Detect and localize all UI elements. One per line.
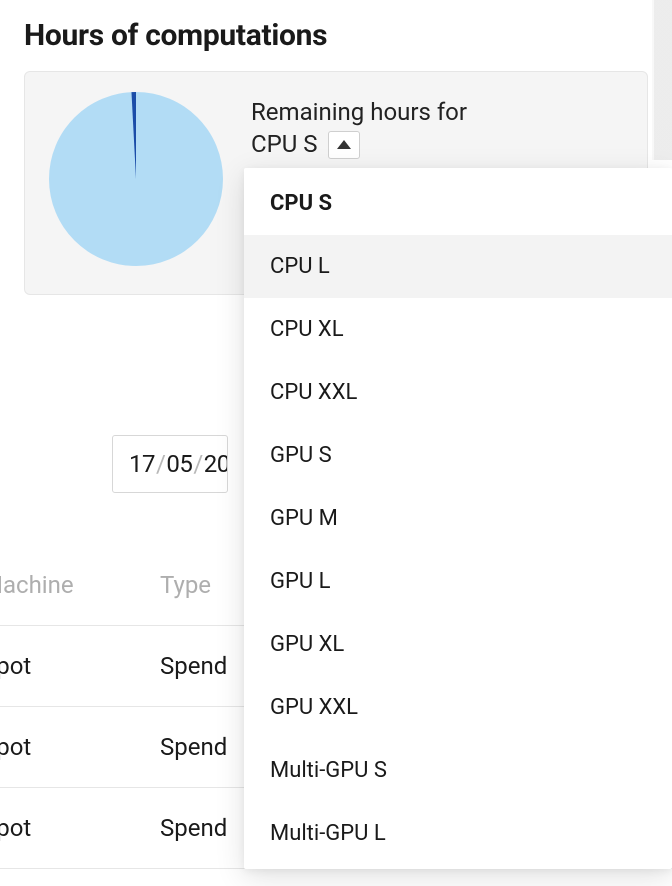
date-month: 05 [166,450,192,478]
dropdown-option[interactable]: CPU L [244,235,672,298]
machine-dropdown-toggle[interactable] [328,131,360,159]
remaining-label-line1: Remaining hours for [251,96,623,128]
page-title: Hours of computations [0,0,672,71]
caret-up-icon [337,140,351,149]
table-cell-machine: Spot [0,652,160,680]
dropdown-option[interactable]: CPU XXL [244,361,672,424]
date-separator: / [192,450,203,478]
dropdown-option[interactable]: GPU XXL [244,676,672,739]
table-cell-machine: Spot [0,733,160,761]
right-panel-gutter-inner [654,0,672,160]
remaining-hours-pie [49,92,223,266]
dropdown-option[interactable]: GPU S [244,424,672,487]
selected-machine-label: CPU S [251,128,318,160]
dropdown-option[interactable]: CPU XL [244,298,672,361]
dropdown-option[interactable]: Multi-GPU S [244,739,672,802]
date-year-partial: 20 [204,450,228,478]
date-input[interactable]: 17/05/20 [112,435,228,493]
dropdown-option[interactable]: GPU XL [244,613,672,676]
date-day: 17 [129,450,155,478]
pie-chart-svg [49,92,223,266]
date-separator: / [155,450,166,478]
dropdown-option[interactable]: GPU M [244,487,672,550]
table-header-machine: Machine [0,571,160,599]
dropdown-option[interactable]: CPU S [244,172,672,235]
machine-dropdown[interactable]: CPU SCPU LCPU XLCPU XXLGPU SGPU MGPU LGP… [244,168,672,869]
dropdown-option[interactable]: Multi-GPU L [244,802,672,865]
dropdown-option[interactable]: GPU L [244,550,672,613]
table-cell-machine: Spot [0,814,160,842]
